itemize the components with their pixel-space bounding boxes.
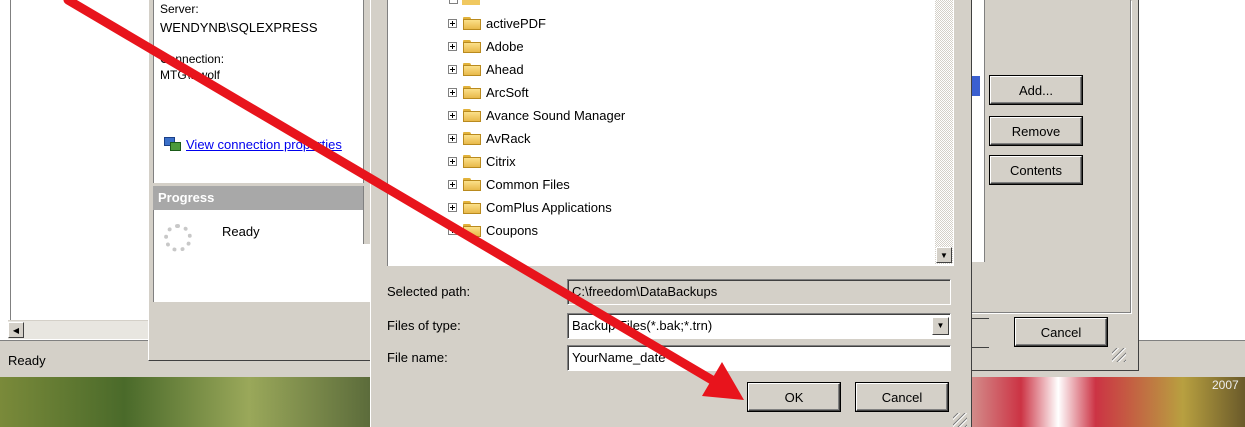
file-name-input[interactable]: YourName_date <box>567 345 951 371</box>
scroll-left-icon[interactable]: ◀ <box>8 322 24 338</box>
tree-folder-label: Common Files <box>486 176 570 192</box>
tree-vertical-scrollbar[interactable]: ▼ <box>935 0 953 264</box>
selected-path-label: Selected path: <box>387 284 471 299</box>
folder-icon <box>463 223 481 237</box>
folder-icon <box>463 177 481 191</box>
expand-plus-icon[interactable] <box>448 179 457 189</box>
tree-folder-item[interactable]: Coupons <box>448 219 538 241</box>
tree-folder-item[interactable]: Common Files <box>448 173 570 195</box>
folder-icon <box>463 108 481 122</box>
expand-plus-icon[interactable] <box>448 156 457 166</box>
expand-plus-icon[interactable] <box>448 64 457 74</box>
folder-icon <box>463 154 481 168</box>
folder-icon <box>463 62 481 76</box>
expand-plus-icon[interactable] <box>448 87 457 97</box>
tree-folder-label: AvRack <box>486 130 531 146</box>
view-connection-properties-link[interactable]: View connection properties <box>186 137 366 152</box>
expand-plus-icon[interactable] <box>448 41 457 51</box>
folder-icon <box>463 131 481 145</box>
tree-folder-item[interactable]: activePDF <box>448 12 546 34</box>
server-label: Server: <box>160 2 199 16</box>
main-horizontal-scrollbar[interactable]: ◀ <box>8 320 150 339</box>
tree-folder-label: ArcSoft <box>486 84 529 100</box>
scroll-down-icon[interactable]: ▼ <box>936 247 952 263</box>
destination-resize-grip-icon[interactable] <box>1112 348 1126 362</box>
tree-folder-label: ComPlus Applications <box>486 199 612 215</box>
tree-folder-label: Adobe <box>486 38 524 54</box>
tree-folder-label: Coupons <box>486 222 539 238</box>
server-value: WENDYNB\SQLEXPRESS <box>160 20 318 35</box>
destination-dialog: Add... Remove Contents Cancel <box>970 0 1139 371</box>
tree-folder-item[interactable]: Ahead <box>448 58 524 80</box>
destination-cancel-button[interactable]: Cancel <box>1015 318 1107 346</box>
tree-folder-label: Avance Sound Manager <box>486 107 626 123</box>
tree-folder-label: Citrix <box>486 153 516 169</box>
expand-plus-icon[interactable] <box>448 133 457 143</box>
tree-top-folder-partial <box>449 0 480 6</box>
tree-folder-item[interactable]: ArcSoft <box>448 81 529 103</box>
destination-panel-border <box>970 0 1131 313</box>
tree-folder-item[interactable]: Adobe <box>448 35 524 57</box>
tree-folder-item[interactable]: ComPlus Applications <box>448 196 612 218</box>
locate-backup-dialog: activePDF Adobe Ahead ArcSoft Avance Sound M… <box>370 0 972 427</box>
files-of-type-label: Files of type: <box>387 318 461 333</box>
tree-folder-item[interactable]: AvRack <box>448 127 531 149</box>
tree-folder-label: activePDF <box>486 15 546 31</box>
tree-folder-item[interactable]: Citrix <box>448 150 516 172</box>
expand-plus-icon[interactable] <box>448 202 457 212</box>
connection-value: MTG\wwolf <box>160 68 220 82</box>
expand-plus-icon[interactable] <box>448 225 457 235</box>
selected-path-field: C:\freedom\DataBackups <box>567 279 951 305</box>
cancel-button[interactable]: Cancel <box>856 383 948 411</box>
expand-plus-icon[interactable] <box>448 18 457 28</box>
folder-tree-view[interactable]: activePDF Adobe Ahead ArcSoft Avance Sound M… <box>387 0 954 266</box>
files-of-type-value: Backup Files(*.bak;*.trn) <box>572 318 713 333</box>
folder-icon <box>463 16 481 30</box>
chevron-down-icon[interactable]: ▼ <box>932 317 949 335</box>
dialog-resize-grip-icon[interactable] <box>953 413 967 427</box>
folder-icon <box>463 200 481 214</box>
progress-header: Progress <box>153 186 372 210</box>
folder-icon <box>463 39 481 53</box>
file-name-label: File name: <box>387 350 448 365</box>
connection-info-panel: Server: WENDYNB\SQLEXPRESS Connection: M… <box>153 0 374 183</box>
background-year-text: 2007 <box>1212 378 1239 392</box>
main-window-left-edge <box>0 0 11 320</box>
status-bar-text: Ready <box>8 353 46 368</box>
files-of-type-select[interactable]: Backup Files(*.bak;*.trn) ▼ <box>567 313 951 339</box>
progress-spinner-icon <box>164 224 192 252</box>
folder-icon <box>463 85 481 99</box>
ok-button[interactable]: OK <box>748 383 840 411</box>
connection-label: Connection: <box>160 52 225 66</box>
expand-plus-icon[interactable] <box>448 110 457 120</box>
connection-properties-icon <box>164 137 181 151</box>
tree-folder-item[interactable]: Avance Sound Manager <box>448 104 625 126</box>
progress-panel: Ready <box>153 210 373 302</box>
backup-dialog: Server: WENDYNB\SQLEXPRESS Connection: M… <box>148 0 384 361</box>
tree-folder-label: Ahead <box>486 61 524 77</box>
progress-status-text: Ready <box>222 224 260 239</box>
